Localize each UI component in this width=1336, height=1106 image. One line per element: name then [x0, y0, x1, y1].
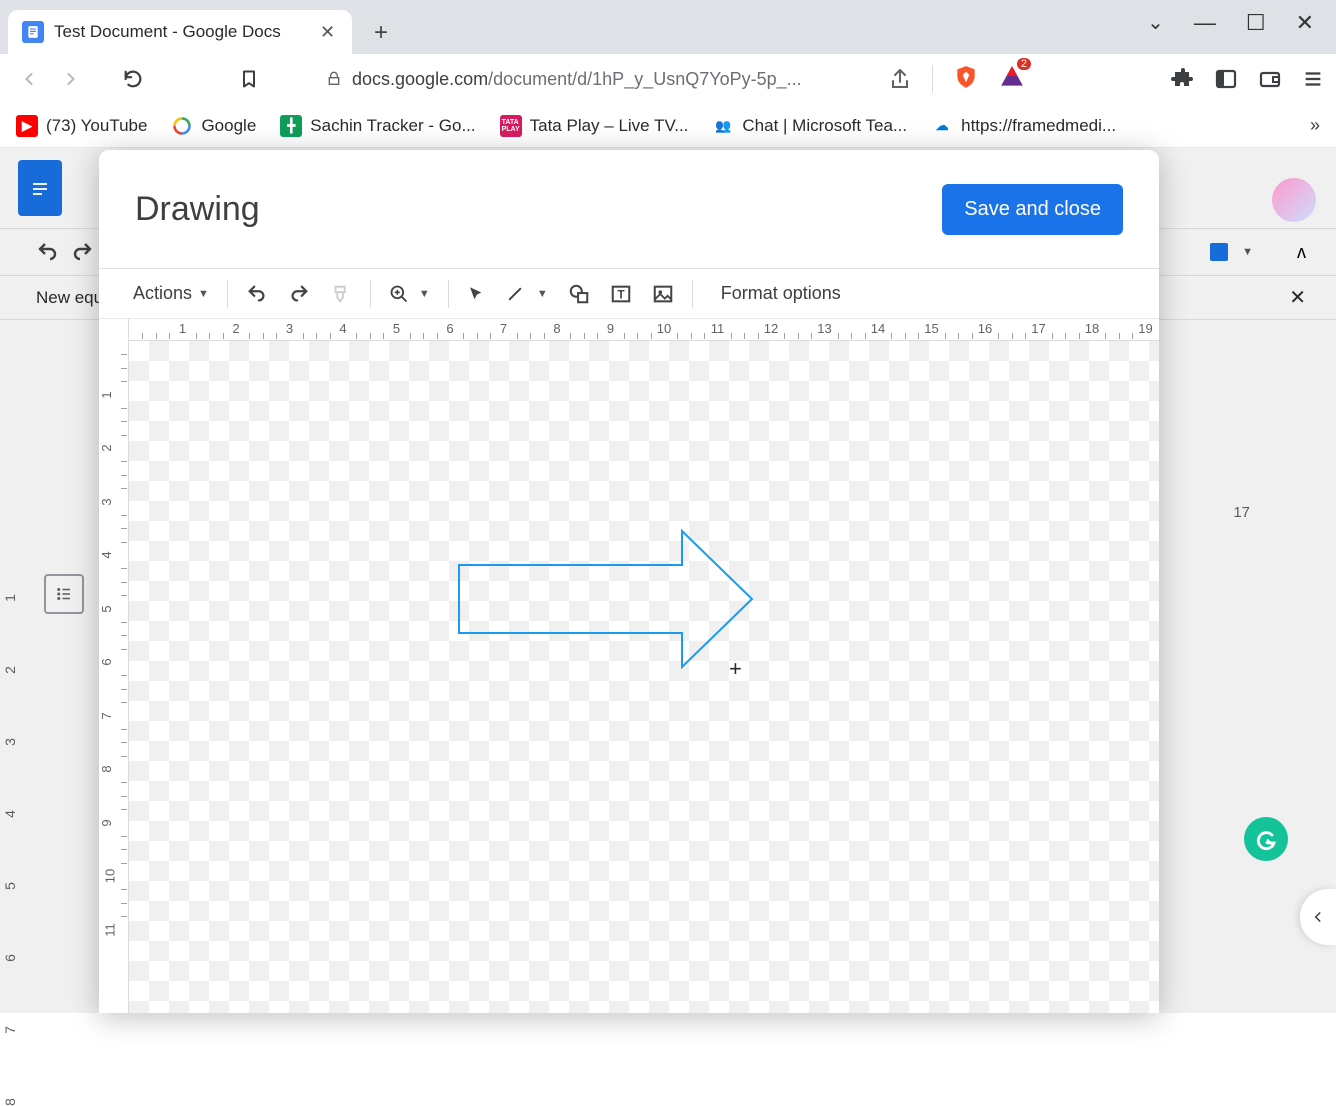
lock-icon	[326, 71, 342, 87]
grammarly-icon[interactable]	[1244, 817, 1288, 861]
docs-favicon	[22, 21, 44, 43]
bookmarks-overflow[interactable]: »	[1310, 115, 1320, 136]
back-button[interactable]	[12, 62, 46, 96]
reload-button[interactable]	[116, 62, 150, 96]
new-tab-button[interactable]: +	[366, 18, 396, 48]
address-bar: docs.google.com/document/d/1hP_y_UsnQ7Yo…	[0, 54, 1336, 104]
drawing-title: Drawing	[135, 190, 260, 229]
tab-strip: Test Document - Google Docs ✕ + ⌄ — ☐ ✕	[0, 0, 1336, 54]
bookmark-tataplay[interactable]: TATAPLAYTata Play – Live TV...	[500, 115, 689, 137]
crosshair-cursor: +	[729, 656, 742, 682]
sidebar-toggle-icon[interactable]	[1214, 67, 1238, 91]
brave-shield-icon[interactable]	[953, 64, 979, 95]
badge: 2	[1017, 58, 1031, 70]
actions-menu[interactable]: Actions▼	[125, 277, 217, 310]
tab-close-icon[interactable]: ✕	[320, 22, 338, 43]
image-tool[interactable]	[644, 277, 682, 311]
bookmark-google[interactable]: Google	[171, 115, 256, 137]
svg-text:T: T	[617, 287, 625, 301]
bookmarks-bar: ▶(73) YouTube Google ╋Sachin Tracker - G…	[0, 104, 1336, 148]
arrow-shape[interactable]	[457, 529, 757, 669]
horizontal-ruler: 12345678910111213141516171819	[129, 319, 1159, 341]
separator	[932, 65, 933, 93]
paint-format-button	[322, 277, 360, 311]
bookmark-button[interactable]	[232, 62, 266, 96]
line-tool[interactable]: ▼	[497, 278, 556, 310]
maximize-icon[interactable]: ☐	[1246, 10, 1266, 36]
minimize-icon[interactable]: —	[1194, 10, 1216, 36]
format-options[interactable]: Format options	[713, 277, 849, 310]
url-text: docs.google.com/document/d/1hP_y_UsnQ7Yo…	[352, 69, 802, 90]
textbox-tool[interactable]: T	[602, 277, 640, 311]
select-tool[interactable]	[459, 279, 493, 309]
bookmark-youtube[interactable]: ▶(73) YouTube	[16, 115, 147, 137]
share-icon[interactable]	[888, 67, 912, 91]
drawing-dialog: Drawing Save and close Actions▼ ▼ ▼ T Fo…	[99, 150, 1159, 1013]
url-box[interactable]: docs.google.com/document/d/1hP_y_UsnQ7Yo…	[312, 60, 868, 98]
vertical-ruler: 1234567891011	[99, 319, 129, 1013]
undo-button[interactable]	[238, 277, 276, 311]
chevron-down-icon[interactable]: ⌄	[1147, 10, 1164, 36]
brave-rewards-icon[interactable]: 2	[999, 64, 1025, 95]
bookmark-sheets[interactable]: ╋Sachin Tracker - Go...	[280, 115, 475, 137]
close-icon[interactable]: ✕	[1296, 10, 1314, 36]
forward-button[interactable]	[54, 62, 88, 96]
shape-tool[interactable]	[560, 277, 598, 311]
menu-icon[interactable]	[1302, 68, 1324, 90]
bookmark-teams[interactable]: 👥Chat | Microsoft Tea...	[712, 115, 907, 137]
drawing-canvas[interactable]: +	[129, 341, 1159, 1013]
bookmark-framedmedia[interactable]: ☁https://framedmedi...	[931, 115, 1116, 137]
tab-title: Test Document - Google Docs	[54, 22, 320, 42]
redo-button[interactable]	[280, 277, 318, 311]
wallet-icon[interactable]	[1258, 67, 1282, 91]
save-and-close-button[interactable]: Save and close	[942, 184, 1123, 235]
extensions-icon[interactable]	[1170, 67, 1194, 91]
user-avatar[interactable]	[1272, 178, 1316, 222]
browser-tab[interactable]: Test Document - Google Docs ✕	[8, 10, 352, 54]
drawing-toolbar: Actions▼ ▼ ▼ T Format options	[99, 269, 1159, 319]
window-controls: ⌄ — ☐ ✕	[1125, 0, 1336, 46]
zoom-menu[interactable]: ▼	[381, 278, 438, 310]
